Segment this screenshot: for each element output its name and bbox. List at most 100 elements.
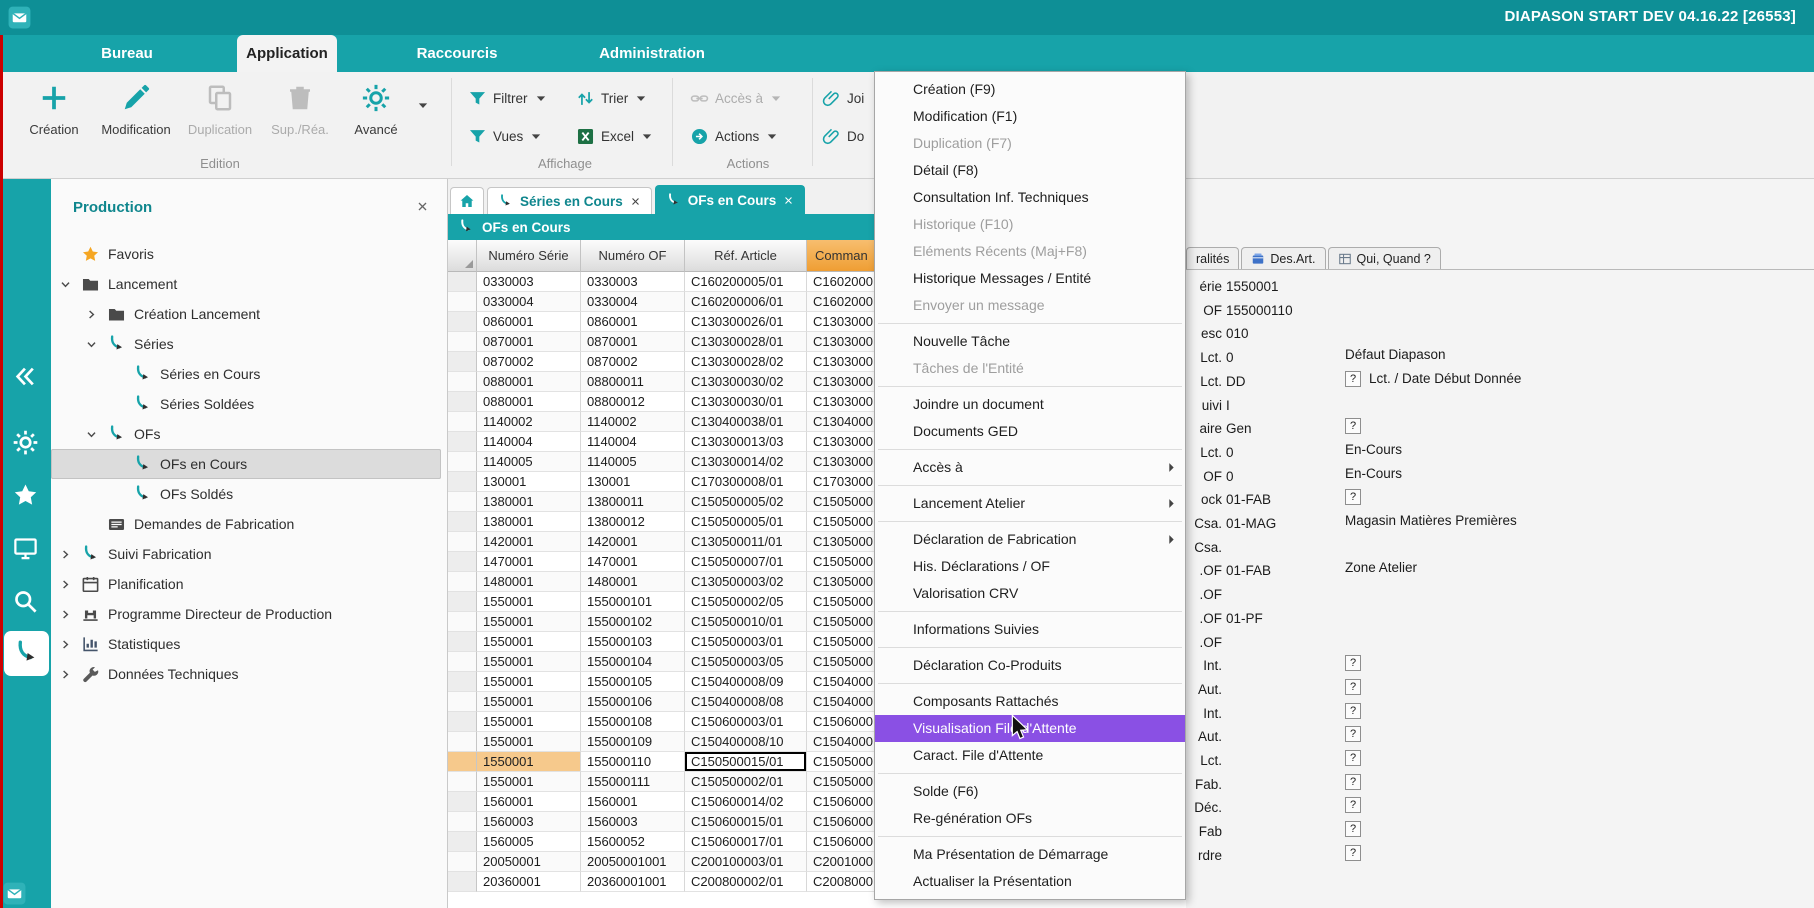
cell[interactable]: 1560001	[477, 792, 581, 812]
close-icon[interactable]	[630, 196, 641, 207]
cell[interactable]: C150500002/01	[685, 772, 807, 792]
cell[interactable]: 0870001	[477, 332, 581, 352]
row-selector[interactable]	[448, 532, 477, 552]
chevron-down-icon[interactable]	[85, 428, 98, 441]
menu-item-solde-f6[interactable]: Solde (F6)	[875, 778, 1185, 805]
cell[interactable]: 1420001	[581, 532, 685, 552]
row-selector[interactable]	[448, 552, 477, 572]
row-selector[interactable]	[448, 432, 477, 452]
menu-item-re-g-n-ration-ofs[interactable]: Re-génération OFs	[875, 805, 1185, 832]
help-button[interactable]: ?	[1345, 845, 1361, 861]
menu-item-valorisation-crv[interactable]: Valorisation CRV	[875, 580, 1185, 607]
chevron-down-icon[interactable]	[59, 278, 72, 291]
cell[interactable]: 1550001	[477, 652, 581, 672]
help-button[interactable]: ?	[1345, 371, 1361, 387]
select-all-header[interactable]	[448, 240, 477, 272]
cell[interactable]: C150600003/01	[685, 712, 807, 732]
chevron-right-icon[interactable]	[59, 548, 72, 561]
views-button[interactable]: Vues	[468, 124, 541, 148]
documents-button[interactable]: Do	[822, 124, 864, 148]
tree-item-ofs-en-cours[interactable]: OFs en Cours	[51, 449, 441, 479]
menu-item-d-tail-f8[interactable]: Détail (F8)	[875, 157, 1185, 184]
cell[interactable]: C130300014/02	[685, 452, 807, 472]
row-selector[interactable]	[448, 512, 477, 532]
menu-item-historique-messages-entit[interactable]: Historique Messages / Entité	[875, 265, 1185, 292]
row-selector[interactable]	[448, 672, 477, 692]
cell[interactable]: C150400008/10	[685, 732, 807, 752]
cell[interactable]: C150500005/01	[685, 512, 807, 532]
row-selector[interactable]	[448, 752, 477, 772]
row-selector[interactable]	[448, 492, 477, 512]
menu-tab-raccourcis[interactable]: Raccourcis	[392, 35, 522, 72]
cell[interactable]: 1550001	[477, 712, 581, 732]
cell[interactable]: C130300026/01	[685, 312, 807, 332]
cell[interactable]: 1140004	[581, 432, 685, 452]
tree-item-planification[interactable]: Planification	[51, 569, 447, 599]
cell[interactable]: 155000102	[581, 612, 685, 632]
chevron-right-icon[interactable]	[59, 578, 72, 591]
cell[interactable]: C150500007/01	[685, 552, 807, 572]
tab-series-en-cours[interactable]: Séries en Cours	[487, 187, 652, 214]
menu-tab-application[interactable]: Application	[237, 35, 337, 72]
cell[interactable]: 155000108	[581, 712, 685, 732]
cell[interactable]: 1140002	[477, 412, 581, 432]
cell[interactable]: 1420001	[477, 532, 581, 552]
cell[interactable]: 1470001	[581, 552, 685, 572]
cell[interactable]: 20360001	[477, 872, 581, 892]
cell[interactable]: 13800012	[581, 512, 685, 532]
cell[interactable]: 1550001	[477, 752, 581, 772]
cell[interactable]: 20050001001	[581, 852, 685, 872]
cell[interactable]: 1560003	[581, 812, 685, 832]
cell[interactable]: 155000104	[581, 652, 685, 672]
tree-item-programme-directeur-de-production[interactable]: Programme Directeur de Production	[51, 599, 447, 629]
menu-item-caract-file-d-attente[interactable]: Caract. File d'Attente	[875, 742, 1185, 769]
column-header-r-f-article[interactable]: Réf. Article	[685, 240, 807, 272]
cell[interactable]: C130400038/01	[685, 412, 807, 432]
cell[interactable]: 155000103	[581, 632, 685, 652]
cell[interactable]: 1550001	[477, 732, 581, 752]
cell[interactable]: 0880001	[477, 372, 581, 392]
collapse-sidebar-icon[interactable]	[12, 363, 39, 390]
cell[interactable]: C150600014/02	[685, 792, 807, 812]
menu-item-visualisation-file-d-attente[interactable]: Visualisation File d'Attente	[875, 715, 1185, 742]
menu-tab-administration[interactable]: Administration	[577, 35, 727, 72]
row-selector[interactable]	[448, 872, 477, 892]
cell[interactable]: 0870001	[581, 332, 685, 352]
cell[interactable]: C130500011/01	[685, 532, 807, 552]
menu-tab-bureau[interactable]: Bureau	[72, 35, 182, 72]
cell[interactable]: 1550001	[477, 692, 581, 712]
cell[interactable]: 1470001	[477, 552, 581, 572]
cell[interactable]: 1480001	[477, 572, 581, 592]
chevron-down-icon[interactable]	[85, 338, 98, 351]
row-selector[interactable]	[448, 452, 477, 472]
cell[interactable]: C150500003/01	[685, 632, 807, 652]
row-selector[interactable]	[448, 312, 477, 332]
cell[interactable]: 1550001	[477, 632, 581, 652]
menu-item-informations-suivies[interactable]: Informations Suivies	[875, 616, 1185, 643]
cell[interactable]: C150400008/09	[685, 672, 807, 692]
attach-document-button[interactable]: Joi	[822, 86, 864, 110]
tree-item-s-ries-en-cours[interactable]: Séries en Cours	[51, 359, 447, 389]
cell[interactable]: 1380001	[477, 512, 581, 532]
cell[interactable]: C130500003/02	[685, 572, 807, 592]
cell[interactable]: 1480001	[581, 572, 685, 592]
tree-item-cr-ation-lancement[interactable]: Création Lancement	[51, 299, 447, 329]
tree-item-s-ries[interactable]: Séries	[51, 329, 447, 359]
cell[interactable]: C200800002/01	[685, 872, 807, 892]
help-button[interactable]: ?	[1345, 774, 1361, 790]
row-selector[interactable]	[448, 652, 477, 672]
chevron-right-icon[interactable]	[85, 308, 98, 321]
tree-item-lancement[interactable]: Lancement	[51, 269, 447, 299]
cell[interactable]: 1550001	[477, 772, 581, 792]
tree-item-s-ries-sold-es[interactable]: Séries Soldées	[51, 389, 447, 419]
menu-item-joindre-un-document[interactable]: Joindre un document	[875, 391, 1185, 418]
chevron-right-icon[interactable]	[59, 668, 72, 681]
cell[interactable]: C130300028/01	[685, 332, 807, 352]
row-selector[interactable]	[448, 372, 477, 392]
row-selector[interactable]	[448, 572, 477, 592]
production-module-button[interactable]	[4, 631, 49, 676]
menu-item-his-d-clarations-of[interactable]: His. Déclarations / OF	[875, 553, 1185, 580]
cell[interactable]: C150500015/01	[685, 752, 807, 772]
close-icon[interactable]	[416, 200, 429, 213]
cell[interactable]: 1380001	[477, 492, 581, 512]
